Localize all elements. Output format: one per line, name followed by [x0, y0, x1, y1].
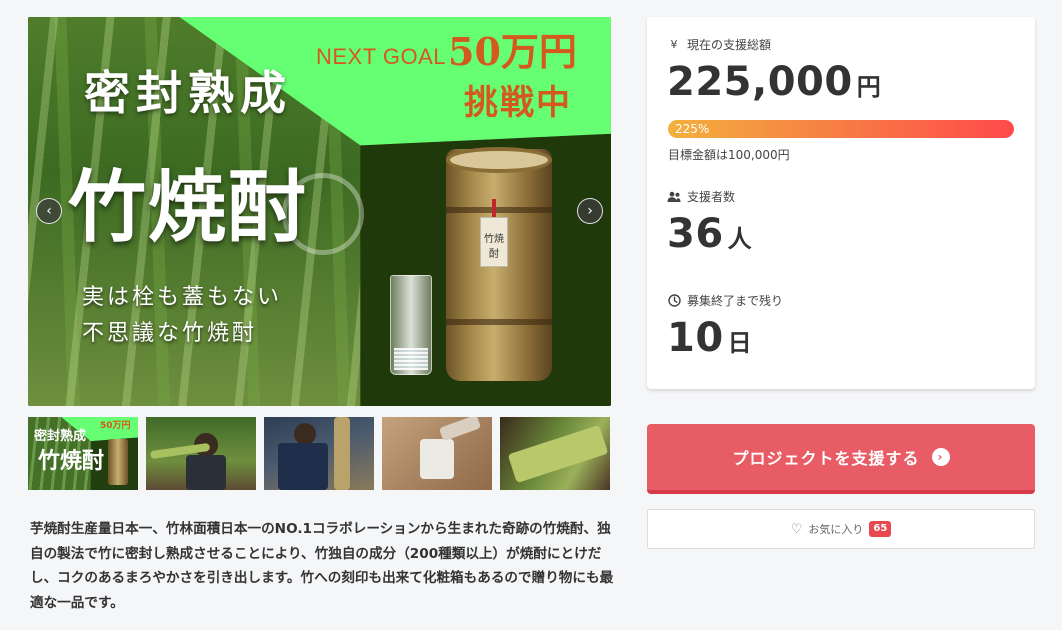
total-label: ¥ 現在の支援総額	[667, 36, 772, 53]
thumb-title: 竹焼酎	[38, 448, 105, 474]
thumbnail-strip: 50万円 密封熟成 竹焼酎	[28, 417, 611, 490]
thumb-goal: 50万円	[100, 421, 131, 431]
supporters-count-unit: 人	[727, 225, 752, 253]
goal-label: NEXT GOAL	[316, 44, 447, 69]
favorite-count-badge: 65	[869, 521, 892, 537]
supporters-count-value: 36	[667, 211, 724, 257]
goal-amount: 50万円	[448, 29, 577, 74]
bottle-tag: 竹焼酎	[480, 217, 508, 267]
carousel-next-button[interactable]: ›	[577, 198, 603, 224]
thumb-bamboo-engraving	[507, 424, 609, 484]
favorite-label: お気に入り	[808, 523, 864, 536]
bottle-cord	[492, 199, 496, 219]
total-label-text: 現在の支援総額	[687, 38, 772, 52]
thumbnail-3[interactable]	[264, 417, 374, 490]
funding-progress-bar	[668, 120, 1014, 138]
total-amount-unit: 円	[856, 73, 881, 101]
yen-icon: ¥	[670, 38, 678, 51]
thumb-bottle	[108, 439, 128, 485]
visual-subtitle: 密封熟成	[84, 66, 292, 120]
users-icon	[667, 190, 681, 204]
supporters-label: 支援者数	[667, 188, 735, 205]
bamboo-bottle-top	[446, 147, 552, 173]
remaining-days-value: 10	[667, 315, 724, 361]
total-amount: 225,000 円	[667, 59, 881, 105]
thumb-person-body	[278, 443, 328, 490]
carousel-prev-button[interactable]: ‹	[36, 198, 62, 224]
chevron-left-icon: ‹	[46, 203, 52, 219]
support-button-label: プロジェクトを支援する	[732, 449, 920, 468]
thumbnail-2[interactable]	[146, 417, 256, 490]
favorite-button[interactable]: ♡ お気に入り 65	[647, 509, 1035, 549]
total-amount-value: 225,000	[667, 59, 853, 105]
heart-icon: ♡	[790, 521, 803, 537]
thumb-subtitle: 密封熟成	[34, 429, 87, 444]
project-description: 芋焼酎生産量日本一、竹林面積日本一のNO.1コラボレーションから生まれた奇跡の竹…	[30, 521, 614, 611]
thumb-person-head	[294, 423, 316, 445]
chevron-right-icon: ›	[587, 203, 593, 219]
funding-stats-card: ¥ 現在の支援総額 225,000 円 225% 目標金額は100,000円 支…	[647, 17, 1035, 389]
glass-image	[390, 275, 432, 375]
arrow-right-circle-icon: ›	[931, 448, 950, 466]
thumb-person-body	[186, 455, 226, 490]
main-visual: NEXT GOAL 50万円 挑戦中 密封熟成 竹焼酎 実は栓も蓋もない 不思議…	[28, 17, 611, 406]
visual-caption-line1: 実は栓も蓋もない	[82, 285, 283, 310]
thumb-bamboo	[334, 417, 350, 490]
thumbnail-1[interactable]: 50万円 密封熟成 竹焼酎	[28, 417, 138, 490]
visual-caption-line2: 不思議な竹焼酎	[82, 321, 258, 346]
thumb-glass	[420, 439, 454, 479]
remaining-label: 募集終了まで残り	[667, 292, 783, 309]
clock-icon	[667, 294, 681, 308]
remaining-days-unit: 日	[727, 329, 752, 357]
funding-progress-fill	[668, 120, 1014, 138]
supporters-count: 36 人	[667, 211, 752, 257]
thumb-pour	[438, 417, 482, 442]
supporters-label-text: 支援者数	[687, 190, 736, 204]
funding-progress-text: 225%	[675, 122, 710, 136]
support-project-button[interactable]: プロジェクトを支援する ›	[647, 424, 1035, 494]
thumbnail-5[interactable]	[500, 417, 610, 490]
remaining-label-text: 募集終了まで残り	[687, 294, 784, 308]
thumbnail-4[interactable]	[382, 417, 492, 490]
remaining-days: 10 日	[667, 315, 752, 361]
goal-amount-text: 目標金額は100,000円	[668, 148, 790, 162]
goal-challenge: 挑戦中	[464, 83, 572, 123]
visual-title: 竹焼酎	[68, 162, 309, 253]
